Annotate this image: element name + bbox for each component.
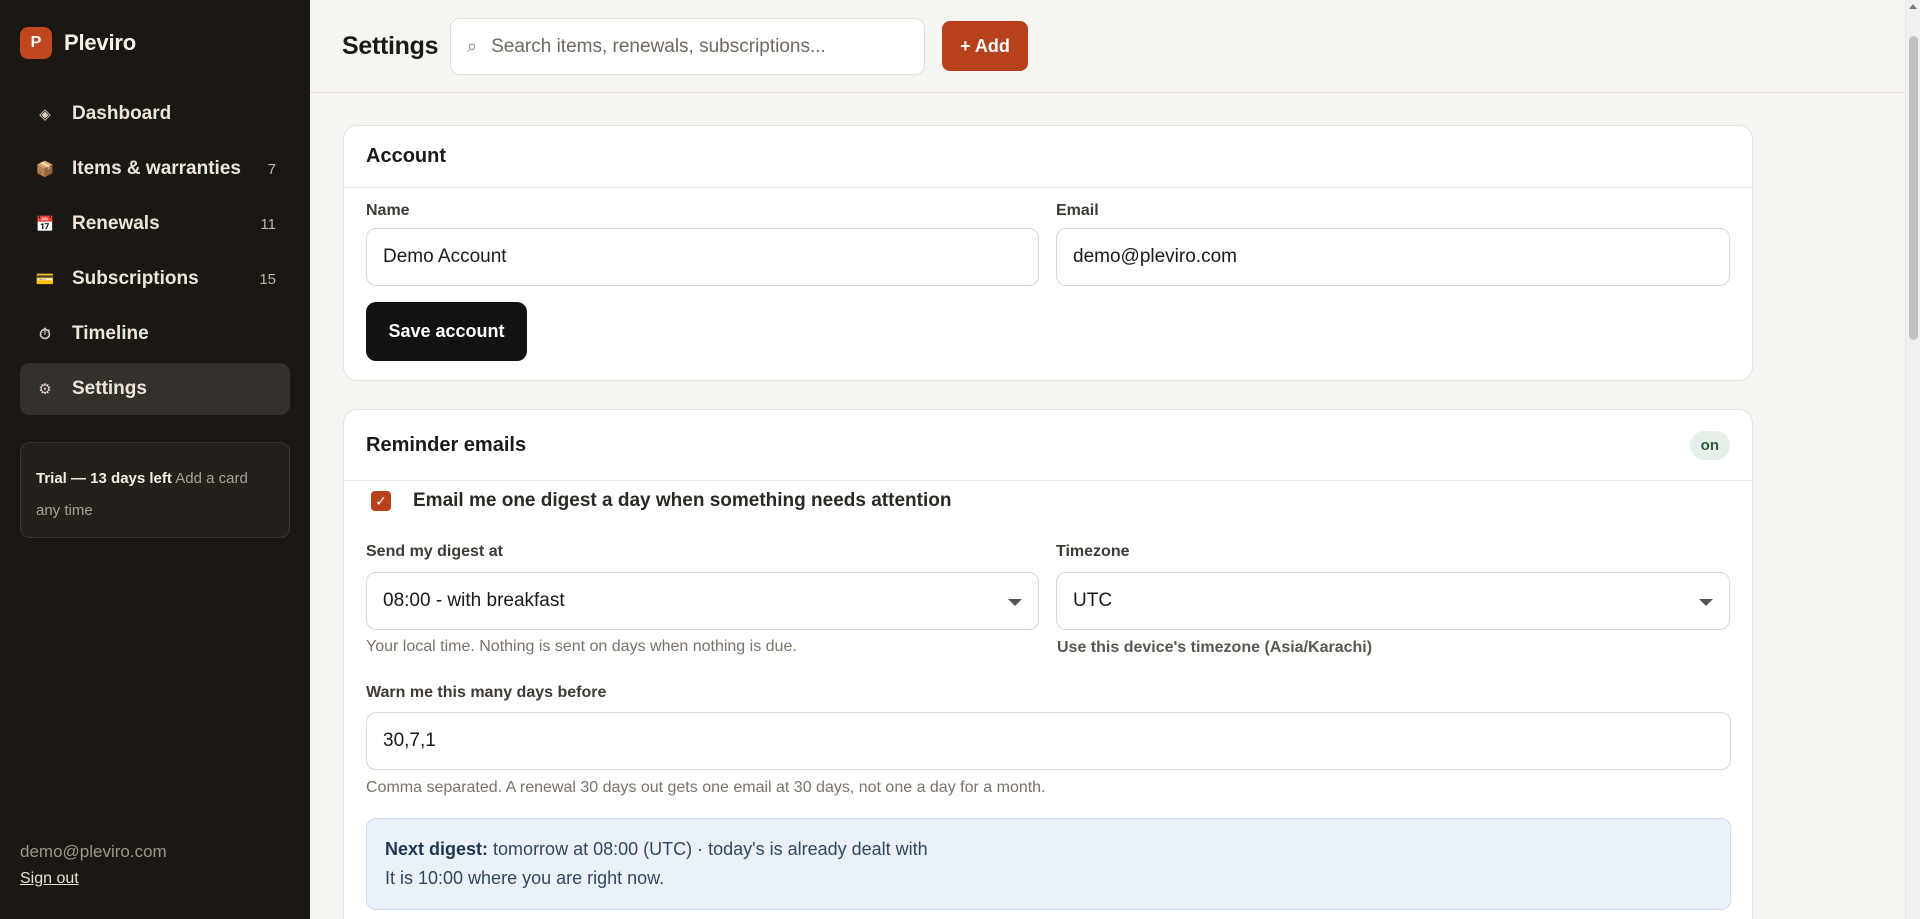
sidebar-item-label: Renewals <box>72 213 160 234</box>
digest-checkbox-row[interactable]: ✓ Email me one digest a day when somethi… <box>371 490 951 512</box>
reminder-card-title: Reminder emails <box>366 433 527 456</box>
sidebar-item-subscriptions[interactable]: 💳 Subscriptions 15 <box>20 253 290 305</box>
sidebar-item-dashboard[interactable]: ◈ Dashboard <box>20 88 290 140</box>
name-field[interactable]: Demo Account <box>366 228 1039 286</box>
sign-out-link[interactable]: Sign out <box>20 870 167 888</box>
credit-card-icon: 💳 <box>35 271 55 288</box>
calendar-icon: 📅 <box>35 216 55 233</box>
search-box[interactable]: ⌕ <box>450 18 925 75</box>
sidebar-item-timeline[interactable]: ⏱ Timeline <box>20 308 290 360</box>
status-badge: on <box>1689 430 1730 460</box>
sidebar-item-label: Subscriptions <box>72 268 199 289</box>
brand-name: Pleviro <box>64 30 136 55</box>
sidebar-footer: demo@pleviro.com Sign out <box>20 842 167 888</box>
digest-checkbox[interactable]: ✓ <box>371 491 391 511</box>
trial-notice: Trial — 13 days left Add a card any time <box>20 442 290 538</box>
send-at-label: Send my digest at <box>366 543 503 560</box>
reminder-card-header: Reminder emails on <box>344 410 1752 481</box>
account-card-title: Account <box>366 145 446 167</box>
account-card: Account Name Demo Account Email demo@ple… <box>343 125 1753 381</box>
sidebar-item-count: 7 <box>267 160 276 178</box>
next-digest-line: Next digest: tomorrow at 08:00 (UTC) · t… <box>385 835 1712 864</box>
scrollbar-thumb[interactable] <box>1909 36 1918 340</box>
user-email: demo@pleviro.com <box>20 842 167 861</box>
next-digest-label: Next digest: <box>385 839 489 859</box>
next-digest-info: Next digest: tomorrow at 08:00 (UTC) · t… <box>366 818 1731 910</box>
gear-icon: ⚙ <box>38 381 52 398</box>
brand[interactable]: P Pleviro <box>20 27 136 59</box>
save-account-button[interactable]: Save account <box>366 302 527 361</box>
diamond-icon: ◈ <box>39 106 51 123</box>
topbar: Settings ⌕ + Add <box>310 0 1910 93</box>
timezone-label: Timezone <box>1056 543 1130 560</box>
send-at-hint: Your local time. Nothing is sent on days… <box>366 638 797 655</box>
sidebar-item-label: Dashboard <box>72 103 172 124</box>
warn-days-field[interactable]: 30,7,1 <box>366 712 1731 770</box>
brand-logo-icon: P <box>20 27 52 59</box>
sidebar: P Pleviro ◈ Dashboard 📦 Items & warranti… <box>0 0 310 919</box>
use-device-timezone-link[interactable]: Use this device's timezone (Asia/Karachi… <box>1057 639 1372 657</box>
stopwatch-icon: ⏱ <box>39 325 51 343</box>
search-input[interactable] <box>491 35 892 58</box>
local-time-text: It is 10:00 where you are right now. <box>385 868 665 888</box>
scroll-up-arrow-icon[interactable] <box>1909 4 1917 9</box>
sidebar-item-settings[interactable]: ⚙ Settings <box>20 363 290 415</box>
reminder-emails-card: Reminder emails on ✓ Email me one digest… <box>343 409 1753 919</box>
sidebar-item-items-warranties[interactable]: 📦 Items & warranties 7 <box>20 143 290 195</box>
send-at-select[interactable]: 08:00 - with breakfast <box>366 572 1039 630</box>
name-label: Name <box>366 202 410 219</box>
sidebar-item-renewals[interactable]: 📅 Renewals 11 <box>20 198 290 250</box>
account-card-header: Account <box>344 126 1752 188</box>
next-digest-text: tomorrow at 08:00 (UTC) · today's is alr… <box>493 839 928 859</box>
email-field[interactable]: demo@pleviro.com <box>1056 228 1730 286</box>
email-label: Email <box>1056 202 1099 219</box>
trial-status: Trial — 13 days left <box>36 470 172 487</box>
add-button[interactable]: + Add <box>942 21 1028 71</box>
sidebar-item-label: Timeline <box>72 323 149 344</box>
sidebar-item-label: Items & warranties <box>72 158 241 179</box>
sidebar-nav: ◈ Dashboard 📦 Items & warranties 7 📅 Ren… <box>20 88 290 418</box>
box-icon: 📦 <box>35 161 55 178</box>
sidebar-item-count: 15 <box>259 270 276 288</box>
timezone-select[interactable]: UTC <box>1056 572 1730 630</box>
page-title: Settings <box>342 32 439 60</box>
sidebar-item-label: Settings <box>72 378 147 399</box>
sidebar-item-count: 11 <box>260 215 276 233</box>
page-scrollbar[interactable] <box>1905 0 1920 919</box>
warn-days-label: Warn me this many days before <box>366 684 607 701</box>
search-icon: ⌕ <box>467 36 478 56</box>
warn-days-hint: Comma separated. A renewal 30 days out g… <box>366 779 1046 796</box>
digest-checkbox-label: Email me one digest a day when something… <box>413 490 952 511</box>
